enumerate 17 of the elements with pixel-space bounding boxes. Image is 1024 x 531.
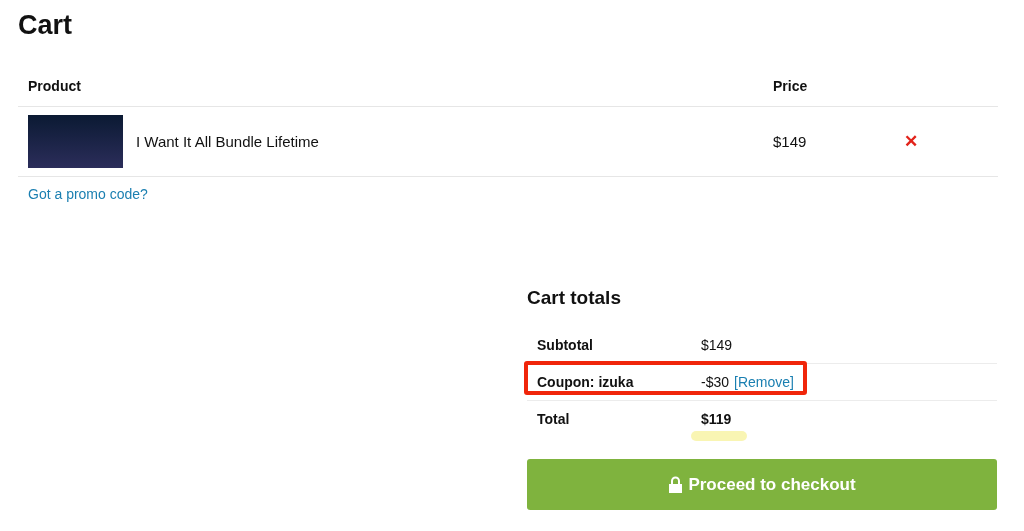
totals-label: Total — [537, 411, 571, 427]
product-name: I Want It All Bundle Lifetime — [136, 133, 319, 150]
product-price: $149 — [773, 133, 807, 150]
lock-icon — [668, 476, 684, 493]
totals-label: Coupon: izuka — [537, 374, 635, 390]
checkout-button[interactable]: Proceed to checkout — [527, 459, 997, 510]
page-title: Cart — [18, 9, 73, 42]
subtotal-amount: $149 — [701, 337, 734, 353]
column-header: Product — [18, 66, 763, 107]
discount-amount: -$30 — [701, 374, 730, 390]
promo-code-link[interactable]: Got a promo code? — [28, 186, 148, 202]
remove-item-button[interactable]: ✕ — [904, 131, 918, 152]
cart-totals-title: Cart totals — [527, 287, 622, 309]
totals-label: Subtotal — [537, 337, 594, 353]
total-amount: $119 — [701, 411, 733, 427]
column-header: Price — [763, 66, 998, 107]
remove-coupon-link[interactable]: [Remove] — [734, 374, 794, 390]
